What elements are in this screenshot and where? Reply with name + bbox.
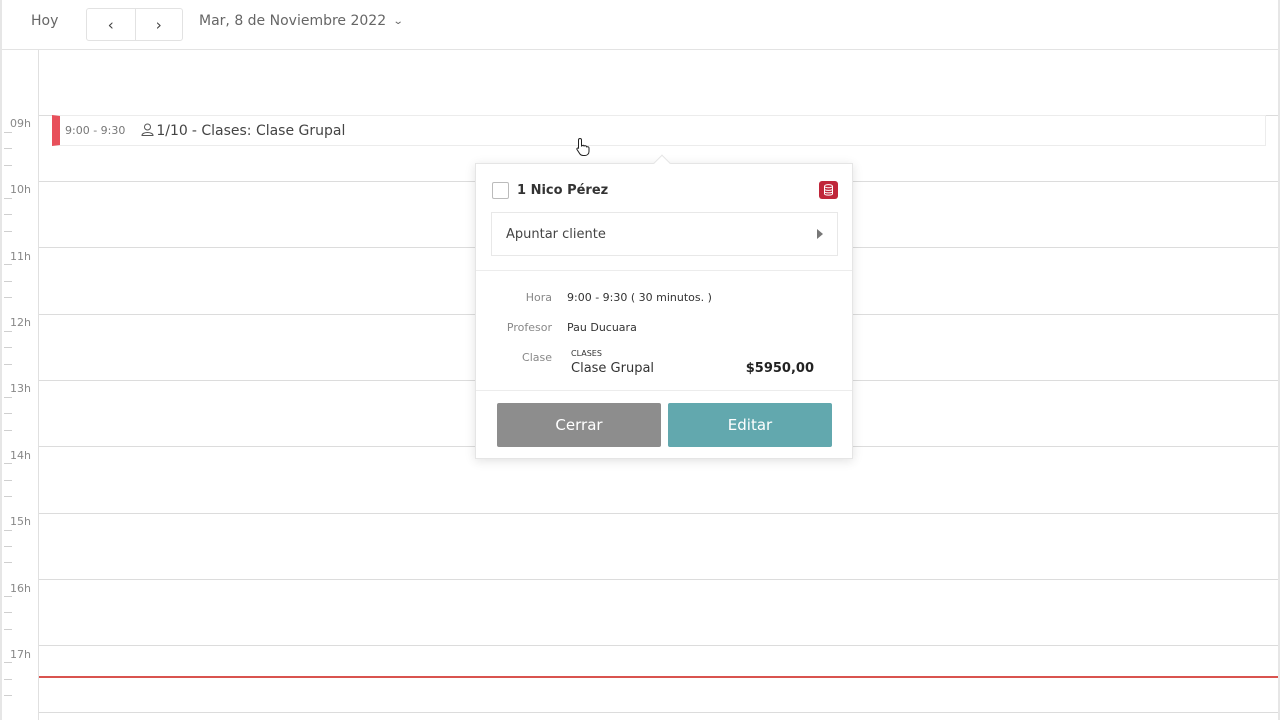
date-picker[interactable]: Mar, 8 de Noviembre 2022 ⌄ <box>199 13 404 29</box>
next-day-button[interactable]: › <box>134 9 183 40</box>
quarter-tick <box>4 331 12 332</box>
calendar-app: Hoy ‹ › Mar, 8 de Noviembre 2022 ⌄ 09h 1… <box>0 0 1280 720</box>
quarter-tick <box>4 148 12 149</box>
quarter-tick <box>4 214 12 215</box>
hour-label: 17h <box>10 648 31 661</box>
quarter-tick <box>4 695 12 696</box>
clase-category: CLASES <box>571 349 602 358</box>
hour-label: 16h <box>10 582 31 595</box>
quarter-tick <box>4 165 12 166</box>
close-button[interactable]: Cerrar <box>497 403 661 447</box>
quarter-tick <box>4 413 12 414</box>
hora-value: 9:00 - 9:30 ( 30 minutos. ) <box>567 291 712 304</box>
hour-label: 11h <box>10 250 31 263</box>
hour-gridline <box>39 513 1278 514</box>
assign-client-row[interactable]: Apuntar cliente <box>491 212 838 256</box>
quarter-tick <box>4 198 12 199</box>
calendar-toolbar: Hoy ‹ › Mar, 8 de Noviembre 2022 ⌄ <box>2 0 1278 50</box>
quarter-tick <box>4 546 12 547</box>
quarter-tick <box>4 596 12 597</box>
quarter-tick <box>4 297 12 298</box>
event-time: 9:00 - 9:30 <box>65 124 126 137</box>
client-row: 1 Nico Pérez <box>492 182 608 199</box>
quarter-tick <box>4 463 12 464</box>
date-nav-group: ‹ › <box>86 8 183 41</box>
quarter-tick <box>4 562 12 563</box>
prev-day-button[interactable]: ‹ <box>87 9 135 40</box>
quarter-tick <box>4 364 12 365</box>
quarter-tick <box>4 662 12 663</box>
assign-client-label: Apuntar cliente <box>506 226 606 242</box>
client-name: 1 Nico Pérez <box>517 183 609 198</box>
quarter-tick <box>4 629 12 630</box>
hour-label: 14h <box>10 449 31 462</box>
popover-divider <box>476 270 852 271</box>
quarter-tick <box>4 480 12 481</box>
hour-label: 15h <box>10 515 31 528</box>
clase-key: Clase <box>522 351 552 364</box>
edit-button[interactable]: Editar <box>668 403 832 447</box>
hour-label: 10h <box>10 183 31 196</box>
hora-key: Hora <box>525 291 552 304</box>
quarter-tick <box>4 612 12 613</box>
quarter-tick <box>4 430 12 431</box>
quarter-tick <box>4 281 12 282</box>
quarter-tick <box>4 496 12 497</box>
event-popover: 1 Nico Pérez Apuntar cliente Hora 9:00 -… <box>475 154 853 459</box>
hour-label: 13h <box>10 382 31 395</box>
current-time-line <box>39 676 1278 678</box>
clase-price: $5950,00 <box>745 361 814 376</box>
calendar-event[interactable]: 9:00 - 9:30 1/10 - Clases: Clase Grupal <box>52 115 1266 146</box>
client-checkbox[interactable] <box>492 182 509 199</box>
event-capacity: 1/10 <box>156 122 188 139</box>
time-gutter: 09h 10h 11h 12h 13h 14h 15h 16h 17h <box>2 50 39 720</box>
quarter-tick <box>4 264 12 265</box>
quarter-tick <box>4 679 12 680</box>
popover-divider <box>476 390 852 391</box>
profesor-key: Profesor <box>506 321 552 334</box>
chevron-down-icon: ⌄ <box>392 15 404 27</box>
quarter-tick <box>4 347 12 348</box>
caret-right-icon <box>817 229 823 239</box>
hour-label: 12h <box>10 316 31 329</box>
hour-gridline <box>39 579 1278 580</box>
event-title: - Clases: Clase Grupal <box>191 122 346 139</box>
quarter-tick <box>4 397 12 398</box>
current-date-label: Mar, 8 de Noviembre 2022 <box>199 13 387 29</box>
database-icon[interactable] <box>819 181 838 199</box>
clase-name: Clase Grupal <box>571 361 655 376</box>
quarter-tick <box>4 530 12 531</box>
person-icon <box>141 123 154 139</box>
hour-gridline <box>39 712 1278 713</box>
profesor-value: Pau Ducuara <box>567 321 637 334</box>
quarter-tick <box>4 132 12 133</box>
today-button[interactable]: Hoy <box>31 13 58 29</box>
hour-gridline <box>39 645 1278 646</box>
hour-label: 09h <box>10 117 31 130</box>
hand-cursor-icon <box>575 137 591 162</box>
quarter-tick <box>4 231 12 232</box>
